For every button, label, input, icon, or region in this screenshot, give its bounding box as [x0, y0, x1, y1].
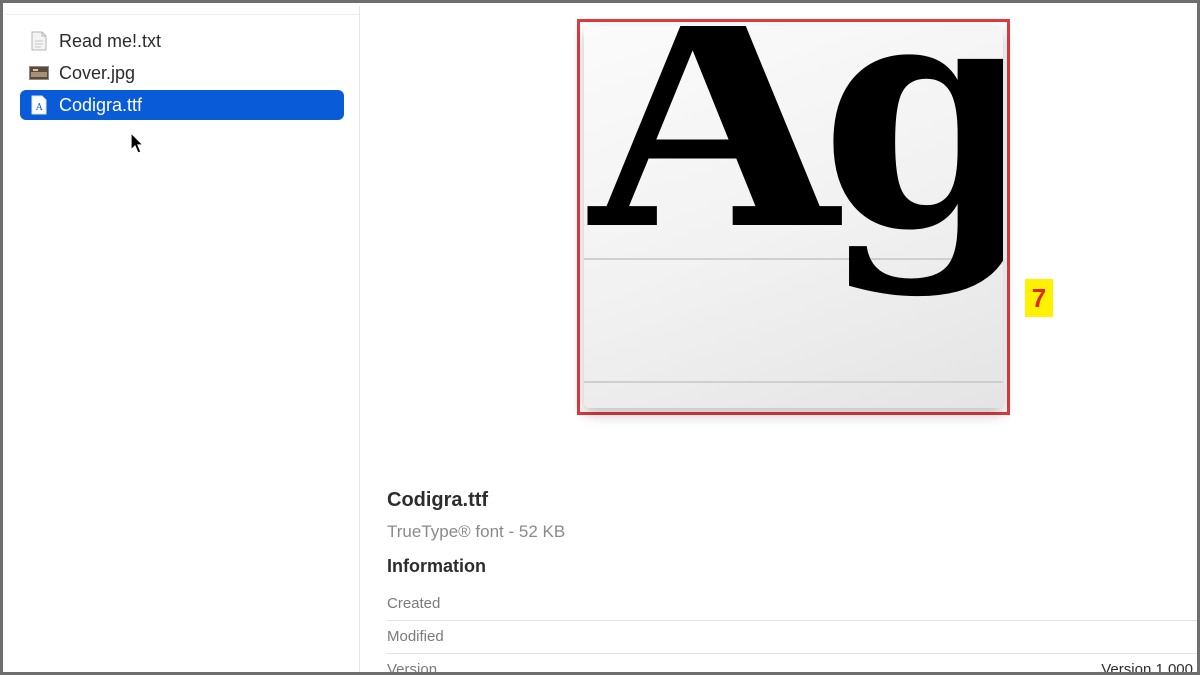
file-name: Codigra.ttf — [59, 94, 143, 115]
file-name: Read me!.txt — [59, 30, 162, 51]
font-sample-glyphs: Ag — [590, 26, 1003, 301]
descender-guide — [584, 381, 1003, 383]
file-sidebar: Read me!.txt Cover.jpg A Codigra.ttf — [6, 6, 360, 672]
divider — [6, 14, 359, 15]
file-info-panel: Codigra.ttf TrueType® font - 52 KB Infor… — [387, 489, 1197, 577]
info-row-version: Version Version 1.000 — [387, 653, 1197, 675]
info-row-modified: Modified — [387, 620, 1197, 654]
file-name: Cover.jpg — [59, 62, 136, 83]
info-value: Version 1.000 — [1101, 661, 1193, 675]
info-label: Version — [387, 661, 438, 675]
info-label: Modified — [387, 628, 444, 645]
information-heading: Information — [387, 556, 486, 576]
info-label: Created — [387, 595, 441, 612]
file-item-cover[interactable]: Cover.jpg — [20, 58, 344, 88]
svg-text:A: A — [35, 103, 43, 113]
file-kind-size: TrueType® font - 52 KB — [387, 522, 566, 541]
text-file-icon — [29, 30, 49, 52]
file-title: Codigra.ttf — [387, 489, 489, 511]
mouse-cursor-icon — [130, 132, 145, 154]
font-file-icon: A — [29, 94, 49, 116]
window-frame: Read me!.txt Cover.jpg A Codigra.ttf Ag … — [0, 0, 1200, 675]
file-item-codigra[interactable]: A Codigra.ttf — [20, 90, 344, 120]
info-row-created: Created — [387, 587, 1197, 621]
font-preview-highlight: Ag — [577, 19, 1010, 415]
image-file-icon — [29, 62, 49, 84]
step-badge: 7 — [1025, 279, 1053, 317]
file-item-readme[interactable]: Read me!.txt — [20, 26, 344, 56]
font-preview-card[interactable]: Ag — [584, 26, 1003, 408]
